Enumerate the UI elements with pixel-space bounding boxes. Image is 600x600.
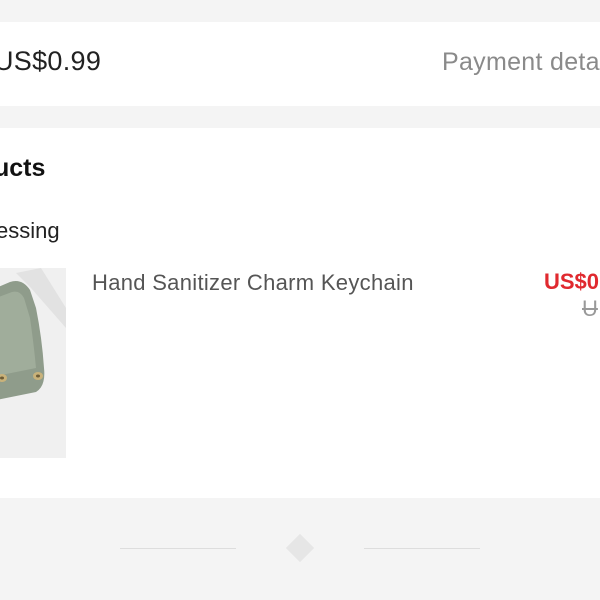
order-detail-page: US$0.99 Payment deta ucts essing Hand Sa… [0, 0, 600, 600]
order-total-amount: US$0.99 [0, 46, 102, 76]
keychain-pouch-image [0, 268, 66, 458]
order-status-text: essing [0, 218, 60, 243]
products-section-title: ucts [0, 154, 46, 182]
product-name[interactable]: Hand Sanitizer Charm Keychain [92, 270, 414, 296]
products-section: ucts essing Hand Sanitizer Charm Keychai… [0, 128, 600, 498]
divider-line-left [120, 548, 236, 549]
payment-details-link[interactable]: Payment deta [442, 48, 600, 77]
diamond-divider-icon [285, 533, 315, 563]
product-price: US$0 [544, 269, 600, 294]
product-original-price: U [582, 296, 598, 321]
product-thumbnail[interactable] [0, 268, 66, 458]
order-total-bar[interactable]: US$0.99 Payment deta [0, 22, 600, 106]
divider-line-right [364, 548, 480, 549]
